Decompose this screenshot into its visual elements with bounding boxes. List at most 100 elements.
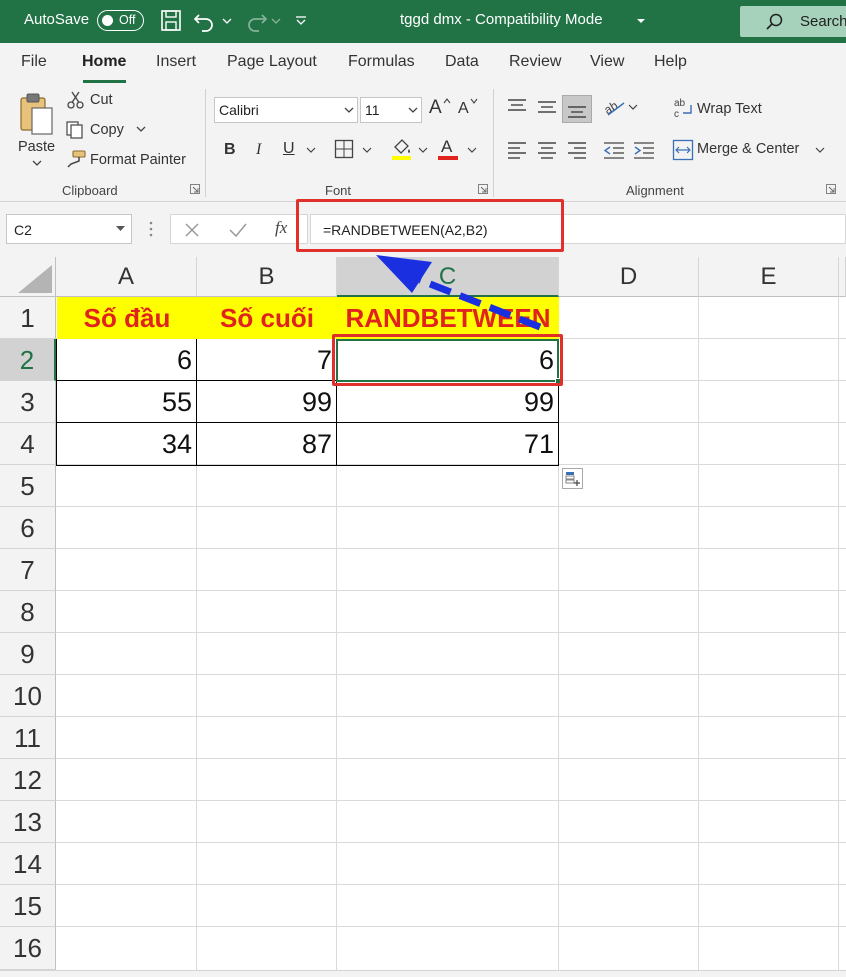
gridline [56, 800, 846, 801]
borders-dropdown-icon[interactable] [362, 146, 372, 154]
alignment-launcher-icon[interactable] [826, 184, 836, 194]
increase-indent-icon[interactable] [632, 141, 656, 159]
row-header-8[interactable]: 8 [0, 591, 56, 633]
font-name-select[interactable]: Calibri [214, 97, 358, 123]
tab-formulas[interactable]: Formulas [348, 53, 415, 71]
font-size-select[interactable]: 11 [360, 97, 422, 123]
cancel-icon[interactable] [183, 221, 201, 239]
tab-insert[interactable]: Insert [156, 53, 196, 71]
row-header-9[interactable]: 9 [0, 633, 56, 675]
orientation-icon[interactable]: ab [602, 95, 628, 119]
merge-center-button[interactable]: Merge & Center [697, 141, 799, 157]
copy-button[interactable]: Copy [90, 122, 124, 138]
tab-page-layout[interactable]: Page Layout [227, 53, 317, 71]
underline-dropdown-icon[interactable] [306, 146, 316, 154]
gridline [56, 716, 846, 717]
toggle-knob [102, 14, 113, 26]
row-header-1[interactable]: 1 [0, 297, 56, 339]
fill-color-icon[interactable] [390, 137, 414, 161]
title-dropdown-icon[interactable] [634, 9, 648, 33]
tab-review[interactable]: Review [509, 53, 561, 71]
row-header-10[interactable]: 10 [0, 675, 56, 717]
cell-a1[interactable]: Số đầu [57, 297, 197, 339]
row-header-15[interactable]: 15 [0, 885, 56, 927]
tab-data[interactable]: Data [445, 53, 479, 71]
chevron-down-icon [344, 107, 354, 113]
paste-icon [20, 93, 53, 135]
top-align-icon[interactable] [506, 97, 528, 115]
align-center-icon[interactable] [536, 141, 558, 159]
merge-dropdown-icon[interactable] [815, 146, 825, 154]
save-icon[interactable] [160, 9, 182, 33]
name-box-dropdown-icon[interactable] [116, 226, 125, 233]
row-header-4[interactable]: 4 [0, 423, 56, 465]
column-header-d[interactable]: D [559, 257, 699, 297]
borders-icon[interactable] [334, 139, 354, 159]
row-header-2[interactable]: 2 [0, 339, 56, 381]
italic-button[interactable]: I [256, 141, 261, 159]
enter-check-icon[interactable] [228, 221, 248, 239]
column-header-f[interactable] [839, 257, 846, 297]
column-header-e[interactable]: E [699, 257, 839, 297]
undo-icon[interactable] [193, 9, 217, 33]
table-border [56, 422, 559, 423]
underline-button[interactable]: U [283, 140, 295, 158]
tab-help[interactable]: Help [654, 53, 687, 71]
search-box[interactable]: Search [740, 6, 846, 37]
redo-dropdown-icon[interactable] [270, 9, 282, 33]
wrap-text-icon: ab c [674, 98, 692, 119]
ribbon-tabs: File Home Insert Page Layout Formulas Da… [0, 43, 846, 83]
caret-up-icon [443, 98, 451, 104]
cell-b1[interactable]: Số cuối [197, 297, 337, 339]
copy-dropdown-icon[interactable] [135, 125, 147, 135]
font-color-button[interactable]: A [441, 137, 452, 157]
orientation-dropdown-icon[interactable] [628, 103, 638, 111]
row-header-3[interactable]: 3 [0, 381, 56, 423]
column-header-b[interactable]: B [197, 257, 337, 297]
decrease-font-size-button[interactable]: A [458, 100, 469, 118]
middle-align-icon[interactable] [536, 97, 558, 115]
cut-button[interactable]: Cut [90, 92, 113, 108]
paste-dropdown-icon[interactable] [31, 159, 43, 169]
insert-function-button[interactable]: fx [275, 218, 287, 238]
row-header-14[interactable]: 14 [0, 843, 56, 885]
row-header-7[interactable]: 7 [0, 549, 56, 591]
increase-font-size-button[interactable]: A [429, 97, 442, 119]
row-header-6[interactable]: 6 [0, 507, 56, 549]
row-header-12[interactable]: 12 [0, 759, 56, 801]
undo-dropdown-icon[interactable] [221, 9, 233, 33]
fill-color-dropdown-icon[interactable] [418, 146, 428, 154]
format-painter-button[interactable]: Format Painter [90, 152, 186, 168]
tab-home[interactable]: Home [82, 53, 126, 71]
font-color-dropdown-icon[interactable] [467, 146, 477, 154]
decrease-indent-icon[interactable] [602, 141, 626, 159]
tab-view[interactable]: View [590, 53, 624, 71]
gridline [56, 884, 846, 885]
row-header-13[interactable]: 13 [0, 801, 56, 843]
gridline [56, 758, 846, 759]
redo-icon[interactable] [244, 9, 268, 33]
name-box[interactable]: C2 [6, 214, 132, 244]
clipboard-launcher-icon[interactable] [190, 184, 200, 194]
select-all-button[interactable] [0, 257, 56, 297]
customize-toolbar-icon[interactable] [294, 9, 308, 33]
paste-button[interactable]: Paste [14, 89, 60, 177]
row-header-16[interactable]: 16 [0, 927, 56, 970]
resize-handle-icon[interactable] [148, 220, 154, 238]
wrap-text-button[interactable]: Wrap Text [697, 101, 762, 117]
gridline [56, 926, 846, 927]
autosave-toggle[interactable]: Off [97, 10, 144, 31]
row-header-11[interactable]: 11 [0, 717, 56, 759]
bottom-align-button[interactable] [562, 95, 592, 123]
chevron-down-icon [408, 107, 418, 113]
bold-button[interactable]: B [224, 141, 236, 159]
column-header-a[interactable]: A [56, 257, 197, 297]
row-header-5[interactable]: 5 [0, 465, 56, 507]
tab-file[interactable]: File [21, 53, 47, 71]
quick-analysis-button[interactable] [562, 468, 583, 489]
font-launcher-icon[interactable] [478, 184, 488, 194]
gridline [56, 590, 846, 591]
align-right-icon[interactable] [566, 141, 588, 159]
align-left-icon[interactable] [506, 141, 528, 159]
clipboard-group-label: Clipboard [62, 183, 118, 198]
